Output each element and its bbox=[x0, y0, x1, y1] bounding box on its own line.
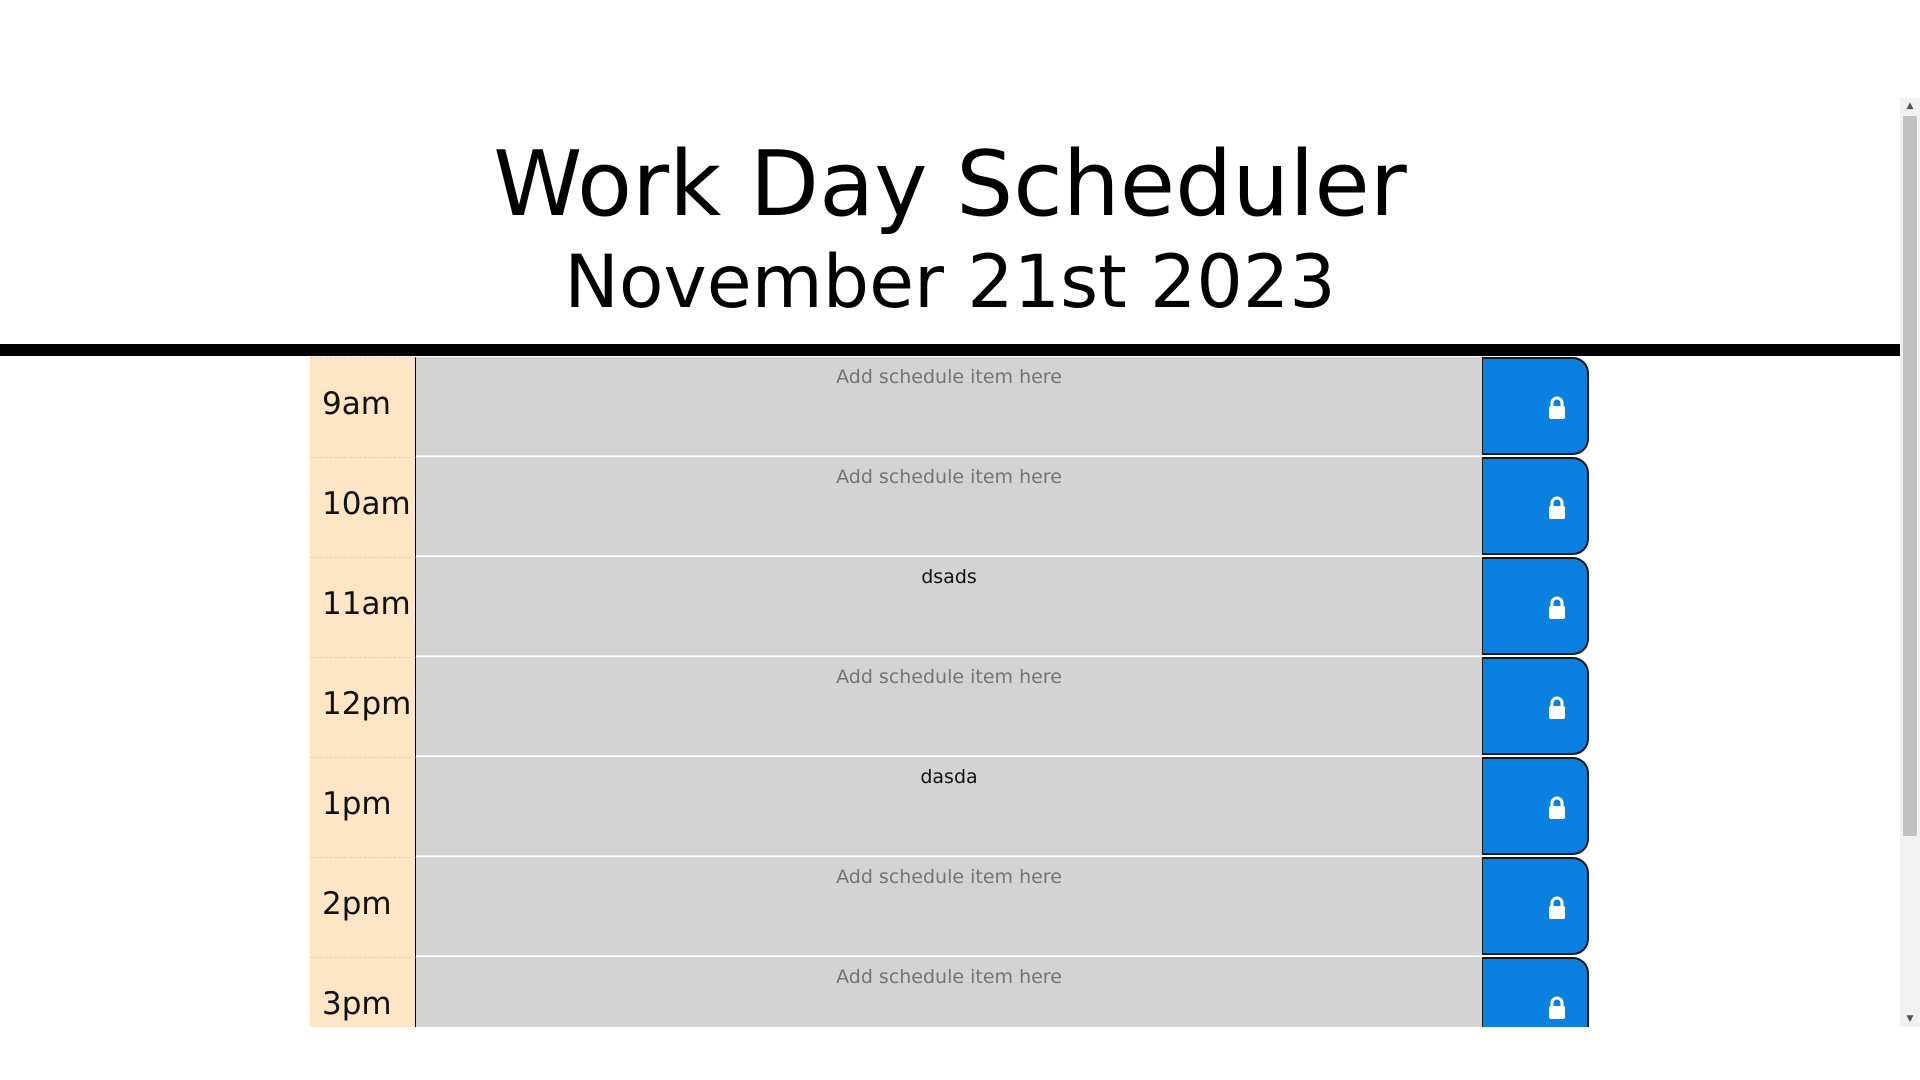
lock-icon bbox=[1549, 696, 1565, 719]
lock-icon bbox=[1549, 896, 1565, 919]
hour-label-cell: 9am bbox=[310, 357, 416, 457]
time-block-10am: 10am bbox=[310, 457, 1590, 557]
hour-label: 10am bbox=[322, 486, 411, 522]
time-block-2pm: 2pm bbox=[310, 857, 1590, 957]
save-button[interactable] bbox=[1482, 957, 1589, 1027]
schedule-list: 9am 10am bbox=[310, 357, 1590, 1027]
page-header: Work Day Scheduler November 21st 2023 bbox=[0, 0, 1900, 348]
scroll-down-arrow-icon[interactable]: ▼ bbox=[1900, 1011, 1920, 1027]
hour-label: 12pm bbox=[322, 686, 412, 722]
scroll-up-arrow-icon[interactable]: ▲ bbox=[1900, 98, 1920, 114]
scrollbar-thumb[interactable] bbox=[1903, 116, 1917, 836]
lock-icon bbox=[1549, 796, 1565, 819]
save-button[interactable] bbox=[1482, 857, 1589, 955]
lock-icon bbox=[1549, 996, 1565, 1019]
time-block-3pm: 3pm bbox=[310, 957, 1590, 1027]
header-divider bbox=[0, 344, 1900, 356]
hour-label-cell: 10am bbox=[310, 457, 416, 557]
hour-label: 2pm bbox=[322, 886, 392, 922]
current-date: November 21st 2023 bbox=[564, 240, 1336, 325]
hour-label: 1pm bbox=[322, 786, 392, 822]
hour-label: 9am bbox=[322, 386, 391, 422]
hour-label-cell: 11am bbox=[310, 557, 416, 657]
schedule-entry-input[interactable] bbox=[416, 457, 1482, 556]
lock-icon bbox=[1549, 496, 1565, 519]
schedule-entry-input[interactable] bbox=[416, 957, 1482, 1027]
hour-label-cell: 3pm bbox=[310, 957, 416, 1027]
time-block-1pm: 1pm dasda bbox=[310, 757, 1590, 857]
hour-label: 3pm bbox=[322, 986, 392, 1022]
page-content: Work Day Scheduler November 21st 2023 9a… bbox=[0, 0, 1900, 1027]
hour-label-cell: 2pm bbox=[310, 857, 416, 957]
lock-icon bbox=[1549, 596, 1565, 619]
hour-label-cell: 1pm bbox=[310, 757, 416, 857]
vertical-scrollbar[interactable]: ▲ ▼ bbox=[1900, 98, 1920, 1027]
schedule-entry-input[interactable] bbox=[416, 357, 1482, 456]
window-bottom-area bbox=[0, 1027, 1920, 1080]
time-block-12pm: 12pm bbox=[310, 657, 1590, 757]
hour-label: 11am bbox=[322, 586, 411, 622]
hour-label-cell: 12pm bbox=[310, 657, 416, 757]
browser-viewport: Work Day Scheduler November 21st 2023 9a… bbox=[0, 0, 1920, 1080]
schedule-entry-input[interactable] bbox=[416, 857, 1482, 956]
schedule-entry-input[interactable]: dsads bbox=[416, 557, 1482, 656]
schedule-entry-input[interactable] bbox=[416, 657, 1482, 756]
save-button[interactable] bbox=[1482, 557, 1589, 655]
schedule-entry-input[interactable]: dasda bbox=[416, 757, 1482, 856]
save-button[interactable] bbox=[1482, 457, 1589, 555]
page-title: Work Day Scheduler bbox=[493, 132, 1407, 237]
save-button[interactable] bbox=[1482, 757, 1589, 855]
save-button[interactable] bbox=[1482, 657, 1589, 755]
save-button[interactable] bbox=[1482, 357, 1589, 455]
time-block-11am: 11am dsads bbox=[310, 557, 1590, 657]
lock-icon bbox=[1549, 396, 1565, 419]
time-block-9am: 9am bbox=[310, 357, 1590, 457]
